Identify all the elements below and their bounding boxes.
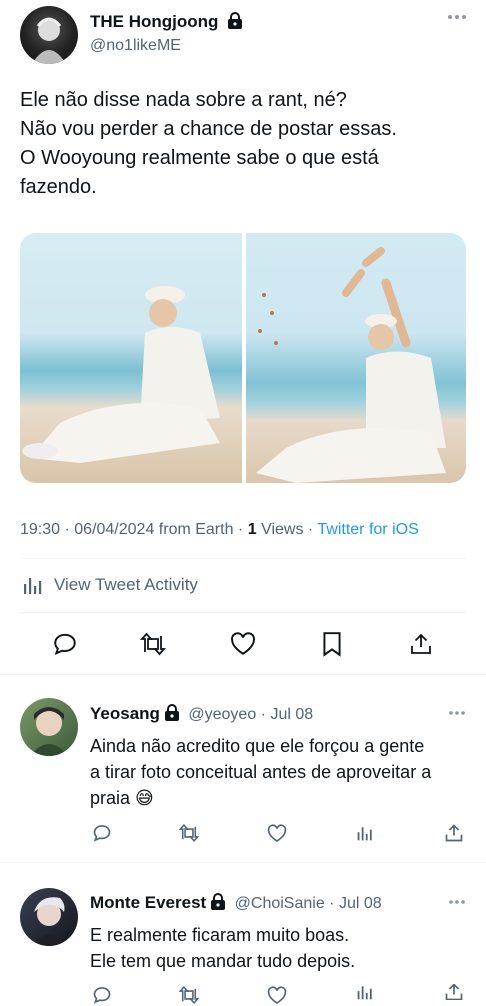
reply-date[interactable]: Jul 08 <box>270 706 313 723</box>
like-icon[interactable] <box>265 822 289 844</box>
analytics-icon <box>22 574 44 596</box>
view-activity-button[interactable]: View Tweet Activity <box>22 574 198 596</box>
divider <box>0 674 486 675</box>
analytics-icon[interactable] <box>354 822 376 844</box>
more-icon[interactable] <box>448 899 466 905</box>
divider <box>20 612 466 613</box>
divider <box>20 558 466 559</box>
tweet-time[interactable]: 19:30 <box>20 521 60 538</box>
like-icon[interactable] <box>265 984 289 1006</box>
share-icon[interactable] <box>443 984 465 1000</box>
photo-2[interactable] <box>246 233 466 483</box>
retweet-icon[interactable] <box>137 630 169 658</box>
views-count: 1 <box>247 521 257 538</box>
like-icon[interactable] <box>228 630 258 658</box>
tweet-text: Ele não disse nada sobre a rant, né? Não… <box>20 86 470 202</box>
reply-header: Yeosang @yeoyeo · Jul 08 <box>90 704 314 723</box>
more-icon[interactable] <box>447 14 467 20</box>
tweet-source[interactable]: Twitter for iOS <box>317 521 418 538</box>
reply-text: Ainda não acredito que ele forçou a gent… <box>90 733 475 811</box>
tweet-meta: 19:30 · 06/04/2024 from Earth · 1 Views … <box>20 521 419 538</box>
reply-handle[interactable]: @ChoiSanie <box>235 895 325 912</box>
analytics-icon[interactable] <box>354 984 376 1000</box>
share-icon[interactable] <box>406 630 436 658</box>
share-icon[interactable] <box>443 822 465 844</box>
reply-text-line: Ele tem que mandar tudo depois. <box>90 951 356 971</box>
bookmark-icon[interactable] <box>318 630 346 658</box>
reply-name[interactable]: Yeosang <box>90 704 160 723</box>
retweet-icon[interactable] <box>176 984 202 1006</box>
reply-handle[interactable]: @yeoyeo <box>188 706 256 723</box>
lock-icon <box>227 12 243 29</box>
lock-icon <box>164 704 180 721</box>
tweet-text-line: Não vou perder a chance de postar essas. <box>20 118 397 140</box>
reply-header: Monte Everest @ChoiSanie · Jul 08 <box>90 893 382 912</box>
reply-text-line: a tirar foto conceitual antes de aprovei… <box>90 762 432 782</box>
reply-icon[interactable] <box>90 984 114 1006</box>
reply-text-line: Ainda não acredito que ele forçou a gent… <box>90 736 425 756</box>
reply-avatar[interactable] <box>20 888 78 946</box>
tweet-text-line: O Wooyoung realmente sabe o que está <box>20 147 379 169</box>
retweet-icon[interactable] <box>176 822 202 844</box>
reply-icon[interactable] <box>50 630 80 658</box>
more-icon[interactable] <box>448 710 466 716</box>
views-label: Views <box>261 521 304 538</box>
author-handle[interactable]: @no1likeME <box>90 37 181 55</box>
photo-1[interactable] <box>20 233 242 483</box>
reply-text: E realmente ficaram muito boas. Ele tem … <box>90 922 475 974</box>
reply-avatar[interactable] <box>20 698 78 756</box>
author-name[interactable]: THE Hongjoong <box>90 12 218 31</box>
reply-text-line: E realmente ficaram muito boas. <box>90 925 350 945</box>
author-name-row: THE Hongjoong <box>90 12 243 32</box>
reply-text-line: praia <box>90 788 131 808</box>
author-avatar[interactable] <box>20 6 78 64</box>
divider <box>0 862 486 863</box>
lock-icon <box>210 893 226 910</box>
tweet-date[interactable]: 06/04/2024 from Earth <box>74 521 233 538</box>
tweet-text-line: fazendo. <box>20 176 97 198</box>
reply-name[interactable]: Monte Everest <box>90 893 206 912</box>
reply-icon[interactable] <box>90 822 114 844</box>
emoji: 😅 <box>135 788 154 808</box>
reply-date[interactable]: Jul 08 <box>339 895 382 912</box>
photo-grid <box>20 233 466 483</box>
view-activity-label: View Tweet Activity <box>54 575 198 594</box>
tweet-text-line: Ele não disse nada sobre a rant, né? <box>20 89 347 111</box>
